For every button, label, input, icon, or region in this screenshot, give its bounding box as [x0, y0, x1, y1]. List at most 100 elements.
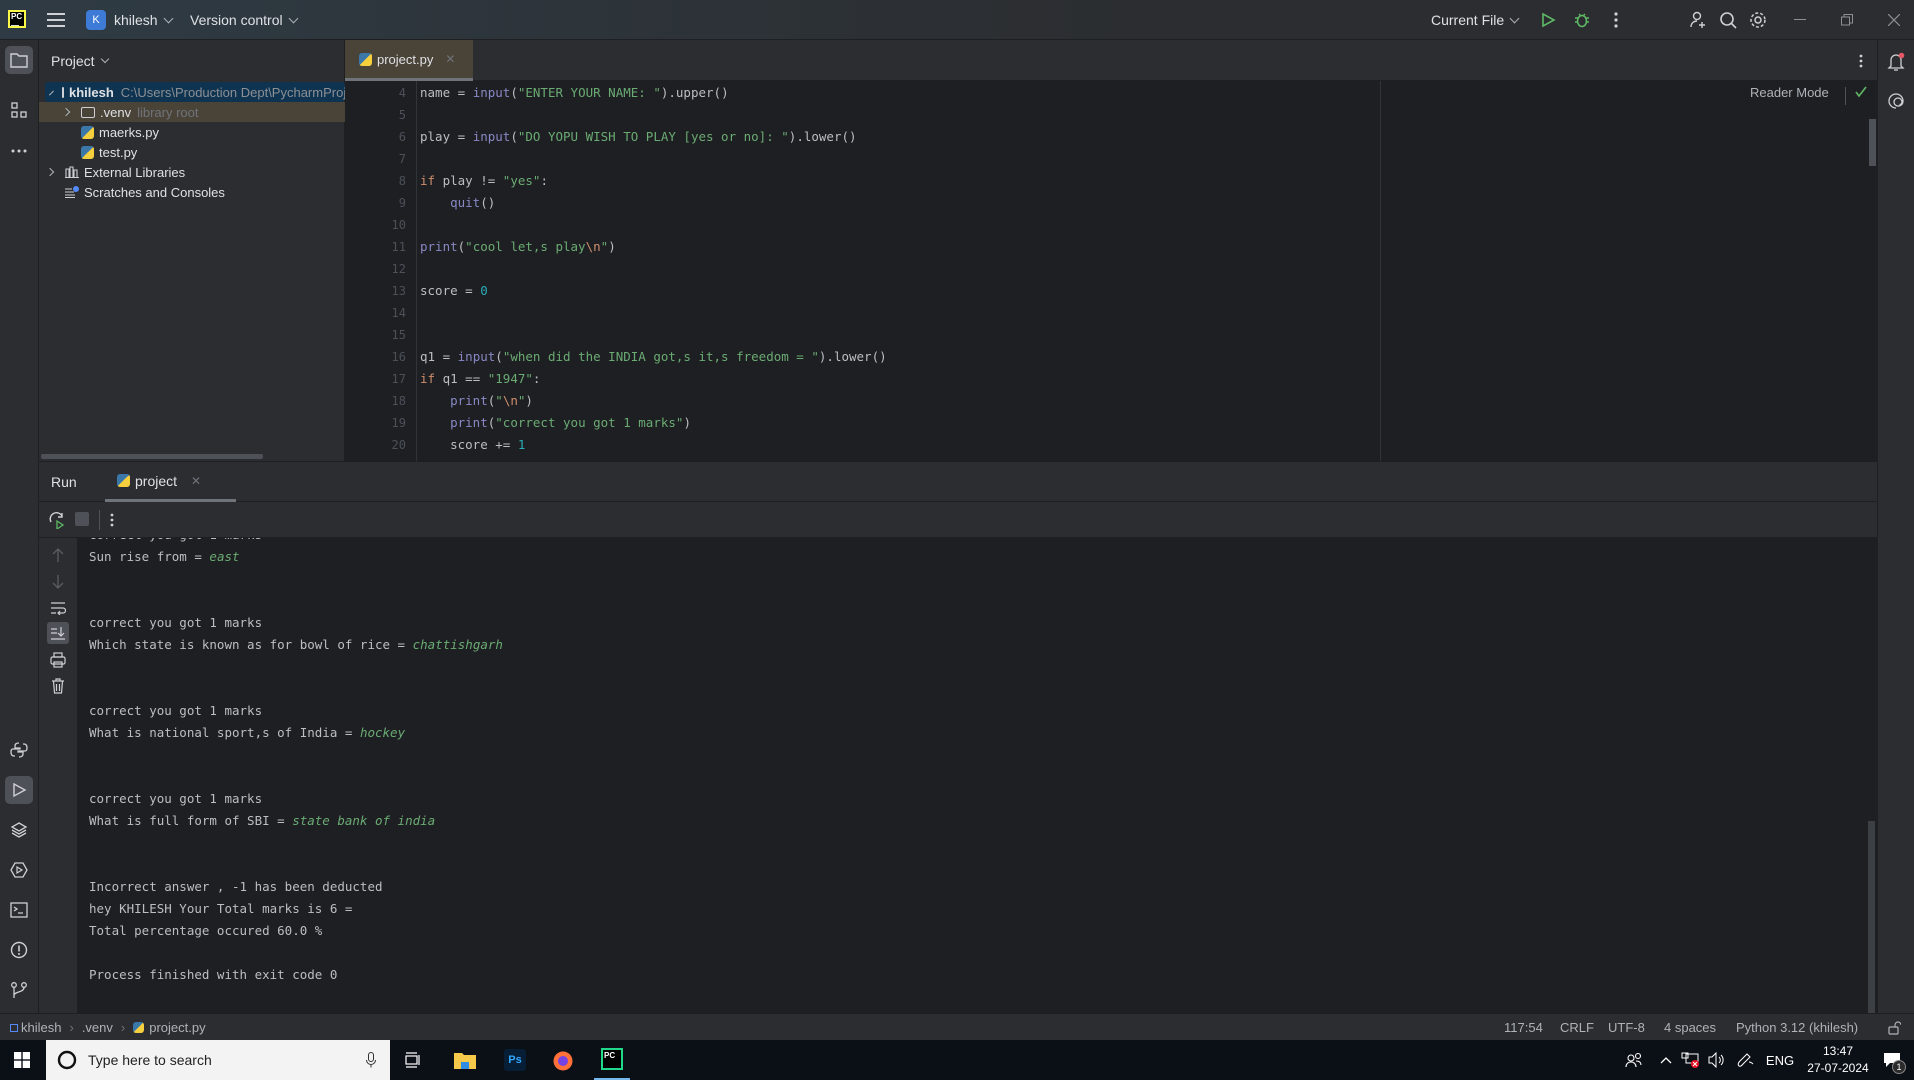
horizontal-scrollbar[interactable] — [41, 454, 263, 459]
stop-button[interactable] — [75, 512, 89, 526]
volume-icon[interactable] — [1706, 1040, 1728, 1080]
show-hidden-icons-chevron-icon[interactable] — [1656, 1040, 1676, 1080]
taskbar-search-input[interactable]: Type here to search — [46, 1040, 390, 1080]
run-tool-button[interactable] — [5, 776, 33, 804]
version-control-menu[interactable]: Version control — [190, 0, 299, 40]
status-bar: khilesh › .venv › project.py 117:54 CRLF… — [0, 1013, 1914, 1040]
task-view-button[interactable] — [398, 1040, 428, 1080]
no-problems-check-icon[interactable] — [1854, 85, 1868, 102]
tree-item-maerks[interactable]: maerks.py — [39, 122, 345, 142]
tab-project-py[interactable]: project.py ✕ — [345, 40, 473, 81]
line-number: 9 — [398, 196, 406, 210]
main-menu-icon[interactable] — [46, 11, 66, 29]
add-user-icon[interactable] — [1687, 9, 1709, 31]
print-icon[interactable] — [49, 651, 67, 669]
scroll-to-end-icon[interactable] — [47, 622, 69, 644]
services-tool-button[interactable] — [5, 856, 33, 884]
line-number: 13 — [391, 284, 406, 298]
tree-item-external-libraries[interactable]: External Libraries — [39, 162, 345, 182]
notification-count-badge: 1 — [1892, 1060, 1906, 1074]
firefox-taskbar-button[interactable] — [548, 1040, 578, 1080]
file-encoding[interactable]: UTF-8 — [1608, 1014, 1645, 1041]
rerun-button[interactable] — [47, 510, 67, 530]
network-disconnected-icon[interactable] — [1680, 1040, 1702, 1080]
start-button[interactable] — [0, 1040, 44, 1080]
clear-all-trash-icon[interactable] — [49, 677, 67, 695]
chevron-right-icon[interactable] — [45, 167, 55, 177]
python-interpreter[interactable]: Python 3.12 (khilesh) — [1736, 1014, 1858, 1041]
tab-label: project.py — [377, 51, 434, 67]
tree-item-test[interactable]: test.py — [39, 142, 345, 162]
tree-item-venv[interactable]: .venv library root — [39, 102, 345, 122]
project-switcher[interactable]: K khilesh — [86, 0, 174, 40]
python-console-tool-button[interactable] — [5, 736, 33, 764]
pycharm-taskbar-button[interactable]: PC — [594, 1040, 630, 1080]
search-icon[interactable] — [1717, 9, 1739, 31]
reader-mode-toggle[interactable]: Reader Mode — [1750, 85, 1829, 100]
console-scrollbar-thumb[interactable] — [1868, 821, 1875, 1013]
soft-wrap-icon[interactable] — [49, 599, 67, 617]
run-config-selector[interactable]: Current File — [1431, 0, 1520, 40]
close-tab-icon[interactable]: ✕ — [445, 52, 455, 66]
file-explorer-icon — [454, 1053, 476, 1069]
git-tool-button[interactable] — [5, 976, 33, 1004]
close-run-tab-icon[interactable]: ✕ — [191, 474, 201, 488]
debug-button[interactable] — [1572, 10, 1592, 30]
terminal-tool-button[interactable] — [5, 896, 33, 924]
code-editor[interactable]: 4 5 6 7 8 9 10 11 12 13 14 15 16 17 18 19 20 name = inpu… — [345, 81, 1877, 461]
folder-icon — [81, 106, 95, 118]
minimize-window-button[interactable] — [1790, 10, 1810, 30]
line-separator[interactable]: CRLF — [1560, 1014, 1594, 1041]
breadcrumb-item[interactable]: khilesh — [21, 1020, 61, 1035]
close-window-button[interactable] — [1884, 10, 1904, 30]
restore-window-button[interactable] — [1837, 10, 1857, 30]
structure-tool-button[interactable] — [5, 96, 33, 124]
file-explorer-taskbar-button[interactable] — [450, 1040, 480, 1080]
code-line: q1 = input("when did the INDIA got,s it,… — [420, 349, 887, 364]
tree-item-khilesh[interactable]: khilesh C:\Users\Production Dept\Pycharm… — [45, 82, 345, 102]
more-actions-icon[interactable] — [1608, 10, 1624, 30]
indent-setting[interactable]: 4 spaces — [1664, 1014, 1716, 1041]
action-center-button[interactable]: 1 — [1876, 1040, 1908, 1080]
line-number: 6 — [398, 130, 406, 144]
code-line: print("\n") — [450, 393, 533, 408]
code-line: if q1 == "1947": — [420, 371, 541, 386]
vcs-label: Version control — [190, 12, 283, 28]
scroll-up-icon[interactable] — [49, 546, 67, 564]
layers-tool-button[interactable] — [5, 816, 33, 844]
notifications-button[interactable] — [1882, 48, 1910, 76]
photoshop-taskbar-button[interactable]: Ps — [500, 1040, 530, 1080]
structure-icon — [11, 102, 27, 118]
chevron-right-icon[interactable] — [61, 107, 71, 117]
chevron-down-icon[interactable] — [49, 90, 54, 96]
tree-item-label: test.py — [99, 144, 138, 160]
ai-assistant-button[interactable] — [1882, 87, 1910, 115]
people-icon[interactable] — [1622, 1040, 1646, 1080]
more-tools-button[interactable] — [5, 137, 33, 165]
settings-gear-icon[interactable] — [1747, 9, 1769, 31]
project-tool-button[interactable] — [5, 46, 33, 74]
problems-tool-button[interactable] — [5, 936, 33, 964]
tree-item-scratches[interactable]: Scratches and Consoles — [39, 182, 345, 202]
run-button[interactable] — [1538, 10, 1558, 30]
windows-taskbar: Type here to search Ps PC ENG 13:47 27-0… — [0, 1040, 1914, 1080]
read-only-lock-icon[interactable] — [1888, 1014, 1901, 1041]
console-line: correct you got 1 marks — [89, 615, 262, 630]
scroll-down-icon[interactable] — [49, 573, 67, 591]
breadcrumb-item[interactable]: .venv — [82, 1020, 113, 1035]
pen-ink-icon[interactable] — [1734, 1040, 1756, 1080]
input-language[interactable]: ENG — [1764, 1040, 1796, 1080]
user-input-text: east — [209, 549, 240, 564]
editor-scrollbar-thumb[interactable] — [1869, 119, 1876, 166]
console-text: correct you got 1 marks — [89, 615, 263, 630]
project-view-selector[interactable]: Project — [51, 40, 109, 82]
breadcrumb-item[interactable]: project.py — [149, 1020, 205, 1035]
chevron-down-icon — [288, 13, 299, 23]
run-console[interactable]: correct you got 1 marks Sun rise from = e… — [39, 538, 1877, 1013]
run-options-icon[interactable] — [107, 512, 117, 528]
run-tab-project[interactable]: project ✕ — [105, 462, 236, 502]
clock[interactable]: 13:47 27-07-2024 — [1798, 1040, 1878, 1080]
caret-position[interactable]: 117:54 — [1504, 1014, 1543, 1041]
tab-options-icon[interactable] — [1853, 52, 1869, 70]
tree-item-label: .venv — [100, 104, 132, 120]
